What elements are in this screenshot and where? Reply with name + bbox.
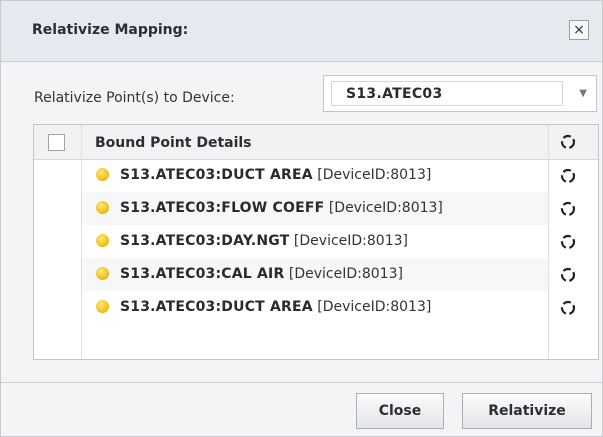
- point-details: S13.ATEC03:CAL AIR [DeviceID:8013]: [120, 266, 403, 282]
- table-row[interactable]: S13.ATEC03:DUCT AREA [DeviceID:8013]: [82, 159, 548, 192]
- refresh-icon[interactable]: [559, 299, 577, 317]
- chevron-down-icon[interactable]: ▼: [579, 88, 587, 99]
- table-row[interactable]: S13.ATEC03:DAY.NGT [DeviceID:8013]: [82, 225, 548, 258]
- yellow-status-dot-icon: [96, 168, 109, 181]
- refresh-icon[interactable]: [559, 266, 577, 284]
- yellow-status-dot-icon: [96, 234, 109, 247]
- bound-points-grid: Bound Point Details S13.ATEC03:DUCT AREA…: [33, 124, 599, 360]
- dialog-titlebar: Relativize Mapping: ×: [1, 1, 602, 62]
- refresh-icon[interactable]: [559, 167, 577, 185]
- point-details: S13.ATEC03:DAY.NGT [DeviceID:8013]: [120, 233, 408, 249]
- footer-divider: [1, 382, 602, 383]
- grid-header: Bound Point Details: [34, 125, 598, 160]
- close-button[interactable]: Close: [356, 393, 444, 429]
- yellow-status-dot-icon: [96, 267, 109, 280]
- relativize-button[interactable]: Relativize: [462, 393, 592, 429]
- point-details: S13.ATEC03:DUCT AREA [DeviceID:8013]: [120, 167, 432, 183]
- yellow-status-dot-icon: [96, 201, 109, 214]
- select-all-checkbox[interactable]: [48, 134, 65, 151]
- point-details: S13.ATEC03:DUCT AREA [DeviceID:8013]: [120, 299, 432, 315]
- close-icon[interactable]: ×: [569, 20, 589, 40]
- device-select-inner: S13.ATEC03: [331, 81, 563, 106]
- table-row[interactable]: S13.ATEC03:DUCT AREA [DeviceID:8013]: [82, 291, 548, 324]
- column-divider: [548, 125, 549, 359]
- relativize-mapping-dialog: Relativize Mapping: × Relativize Point(s…: [0, 0, 603, 437]
- yellow-status-dot-icon: [96, 300, 109, 313]
- device-select-value: S13.ATEC03: [346, 86, 443, 102]
- refresh-icon[interactable]: [559, 200, 577, 218]
- dialog-title: Relativize Mapping:: [32, 22, 189, 38]
- table-row[interactable]: S13.ATEC03:CAL AIR [DeviceID:8013]: [82, 258, 548, 291]
- point-details: S13.ATEC03:FLOW COEFF [DeviceID:8013]: [120, 200, 443, 216]
- relativize-label: Relativize Point(s) to Device:: [34, 90, 235, 106]
- grid-header-label: Bound Point Details: [95, 135, 252, 151]
- refresh-icon[interactable]: [559, 233, 577, 251]
- device-select[interactable]: S13.ATEC03 ▼: [323, 75, 597, 112]
- refresh-icon[interactable]: [559, 133, 577, 151]
- table-row[interactable]: S13.ATEC03:FLOW COEFF [DeviceID:8013]: [82, 192, 548, 225]
